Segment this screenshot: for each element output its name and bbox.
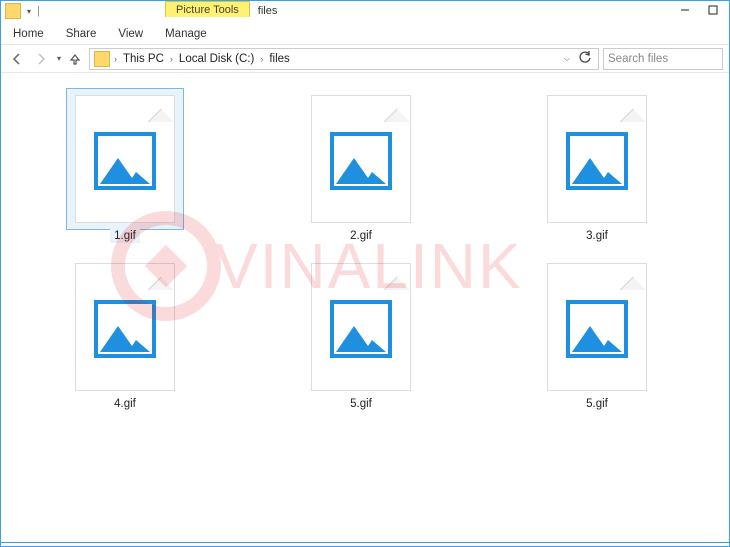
- address-bar[interactable]: › This PC › Local Disk (C:) › files ⌵: [89, 48, 599, 70]
- file-thumbnail: [539, 89, 655, 229]
- titlebar: ▾ | Picture Tools files: [1, 1, 729, 23]
- window-title: files: [258, 2, 278, 17]
- file-item[interactable]: 4.gif: [7, 251, 243, 419]
- ribbon-tabs: Home Share View Manage: [1, 23, 729, 45]
- file-name-label: 1.gif: [110, 229, 140, 243]
- file-thumbnail: [67, 257, 183, 397]
- file-grid: 1.gif 2.gif 3.gif 4.gif 5.gif 5.gif: [7, 83, 723, 419]
- address-dropdown-icon[interactable]: ⌵: [560, 54, 574, 64]
- picture-icon: [330, 132, 392, 190]
- minimize-button[interactable]: [671, 1, 699, 19]
- page-fold-icon: [384, 264, 410, 290]
- file-item[interactable]: 3.gif: [479, 83, 715, 251]
- picture-icon: [566, 132, 628, 190]
- file-thumbnail: [303, 89, 419, 229]
- search-placeholder: Search files: [608, 53, 668, 65]
- file-item[interactable]: 2.gif: [243, 83, 479, 251]
- page-fold-icon: [148, 96, 174, 122]
- picture-icon: [94, 132, 156, 190]
- page-fold-icon: [620, 96, 646, 122]
- qat-sep: |: [37, 5, 40, 17]
- address-bar-row: ▾ › This PC › Local Disk (C:) › files ⌵ …: [1, 45, 729, 73]
- context-tab-picture-tools[interactable]: Picture Tools: [165, 1, 250, 17]
- breadcrumb-this-pc[interactable]: This PC: [119, 53, 168, 65]
- folder-qat-icon: [5, 3, 21, 19]
- chevron-right-icon[interactable]: ›: [168, 54, 175, 64]
- ribbon-tab-view[interactable]: View: [116, 26, 145, 42]
- qat-dropdown-icon[interactable]: ▾: [27, 7, 31, 16]
- page-fold-icon: [384, 96, 410, 122]
- picture-icon: [566, 300, 628, 358]
- search-input[interactable]: Search files: [603, 48, 723, 70]
- ribbon-tab-home[interactable]: Home: [11, 26, 46, 42]
- nav-history-dropdown-icon[interactable]: ▾: [57, 54, 61, 63]
- page-fold-icon: [620, 264, 646, 290]
- address-folder-icon: [94, 51, 110, 67]
- file-pane[interactable]: 1.gif 2.gif 3.gif 4.gif 5.gif 5.gif: [1, 73, 729, 542]
- status-bar: [1, 542, 729, 546]
- nav-up-button[interactable]: [65, 49, 85, 69]
- file-thumbnail: [303, 257, 419, 397]
- file-name-label: 5.gif: [346, 397, 376, 411]
- ribbon-tab-share[interactable]: Share: [64, 26, 99, 42]
- document-page-icon: [75, 95, 175, 223]
- file-item[interactable]: 5.gif: [479, 251, 715, 419]
- chevron-right-icon[interactable]: ›: [112, 54, 119, 64]
- refresh-button[interactable]: [576, 50, 594, 67]
- document-page-icon: [547, 263, 647, 391]
- nav-back-button[interactable]: [7, 49, 27, 69]
- ribbon-tab-manage[interactable]: Manage: [163, 26, 209, 42]
- nav-forward-button[interactable]: [31, 49, 51, 69]
- document-page-icon: [311, 263, 411, 391]
- document-page-icon: [75, 263, 175, 391]
- file-name-label: 4.gif: [110, 397, 140, 411]
- chevron-right-icon[interactable]: ›: [258, 54, 265, 64]
- picture-icon: [94, 300, 156, 358]
- document-page-icon: [547, 95, 647, 223]
- file-name-label: 2.gif: [346, 229, 376, 243]
- breadcrumb-local-disk[interactable]: Local Disk (C:): [175, 53, 258, 65]
- file-item[interactable]: 5.gif: [243, 251, 479, 419]
- picture-icon: [330, 300, 392, 358]
- file-name-label: 5.gif: [582, 397, 612, 411]
- file-thumbnail: [67, 89, 183, 229]
- maximize-button[interactable]: [699, 1, 727, 19]
- page-fold-icon: [148, 264, 174, 290]
- document-page-icon: [311, 95, 411, 223]
- breadcrumb-files[interactable]: files: [265, 53, 293, 65]
- file-name-label: 3.gif: [582, 229, 612, 243]
- file-item[interactable]: 1.gif: [7, 83, 243, 251]
- file-thumbnail: [539, 257, 655, 397]
